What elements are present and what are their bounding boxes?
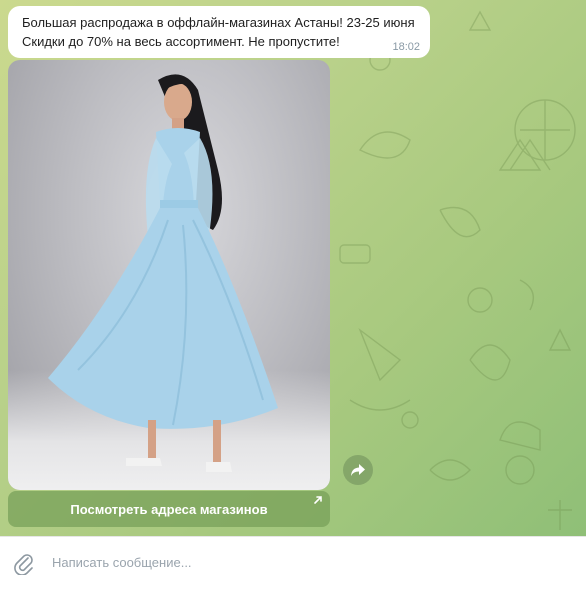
share-arrow-icon bbox=[351, 464, 365, 476]
message-time: 18:02 bbox=[392, 41, 420, 53]
external-link-arrow-icon bbox=[314, 496, 322, 504]
message-input[interactable] bbox=[50, 549, 574, 575]
message-composer bbox=[0, 536, 586, 593]
message-photo[interactable] bbox=[8, 60, 330, 490]
message-bubble: Большая распродажа в оффлайн-магазинах А… bbox=[8, 6, 430, 58]
woman-in-blue-dress-illustration bbox=[48, 74, 278, 472]
paperclip-icon[interactable] bbox=[12, 551, 34, 575]
message-text: Большая распродажа в оффлайн-магазинах А… bbox=[22, 15, 415, 49]
view-store-addresses-button[interactable]: Посмотреть адреса магазинов bbox=[8, 491, 330, 527]
view-store-addresses-label: Посмотреть адреса магазинов bbox=[70, 501, 268, 517]
share-button[interactable] bbox=[343, 455, 373, 485]
